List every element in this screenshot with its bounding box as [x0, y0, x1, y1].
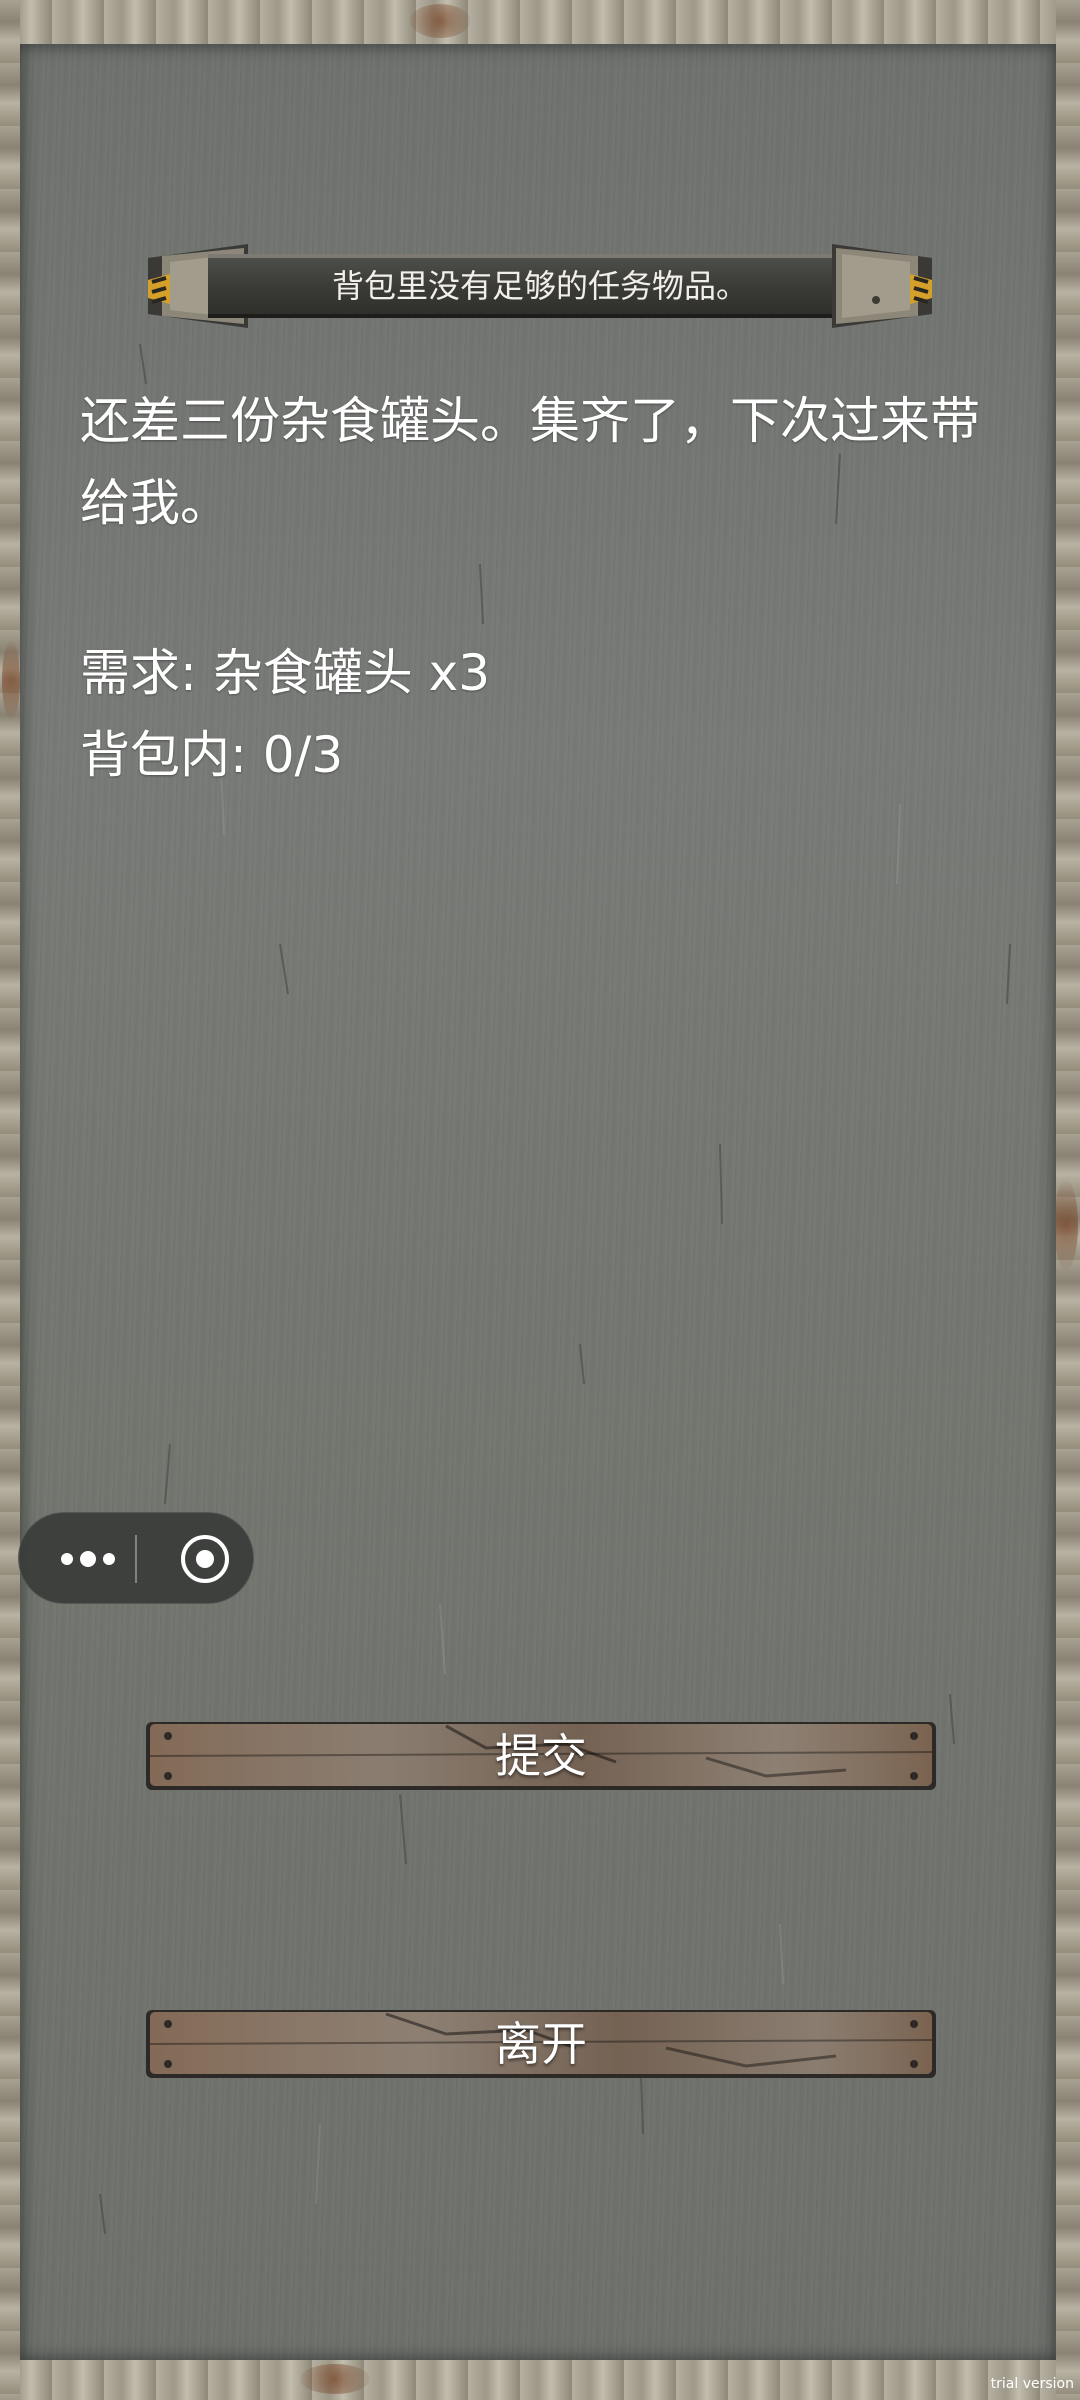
frame-top-edge — [0, 0, 1080, 44]
trial-watermark: trial version — [990, 2376, 1074, 2392]
notice-banner: 背包里没有足够的任务物品。 — [148, 244, 932, 328]
rust-stain — [300, 2364, 370, 2394]
leave-button[interactable]: 离开 — [146, 2006, 936, 2082]
submit-button-label: 提交 — [495, 1729, 587, 1783]
inventory-count: 背包内: 0/3 — [80, 726, 344, 784]
mini-program-capsule — [18, 1512, 254, 1604]
frame-bottom-edge — [0, 2360, 1080, 2400]
more-dots-icon[interactable] — [53, 1539, 123, 1579]
rust-stain — [1054, 1180, 1078, 1270]
submit-button[interactable]: 提交 — [146, 1718, 936, 1794]
rust-stain — [2, 640, 20, 720]
target-close-icon[interactable] — [179, 1533, 231, 1585]
leave-button-label: 离开 — [495, 2017, 587, 2071]
requirement-text: 需求: 杂食罐头 x3 — [80, 644, 491, 702]
frame-left-edge — [0, 0, 20, 2400]
banner-text: 背包里没有足够的任务物品。 — [331, 267, 748, 305]
rust-stain — [410, 4, 470, 38]
dialog-message: 还差三份杂食罐头。集齐了，下次过来带给我。 — [80, 392, 980, 532]
capsule-divider — [135, 1535, 137, 1583]
